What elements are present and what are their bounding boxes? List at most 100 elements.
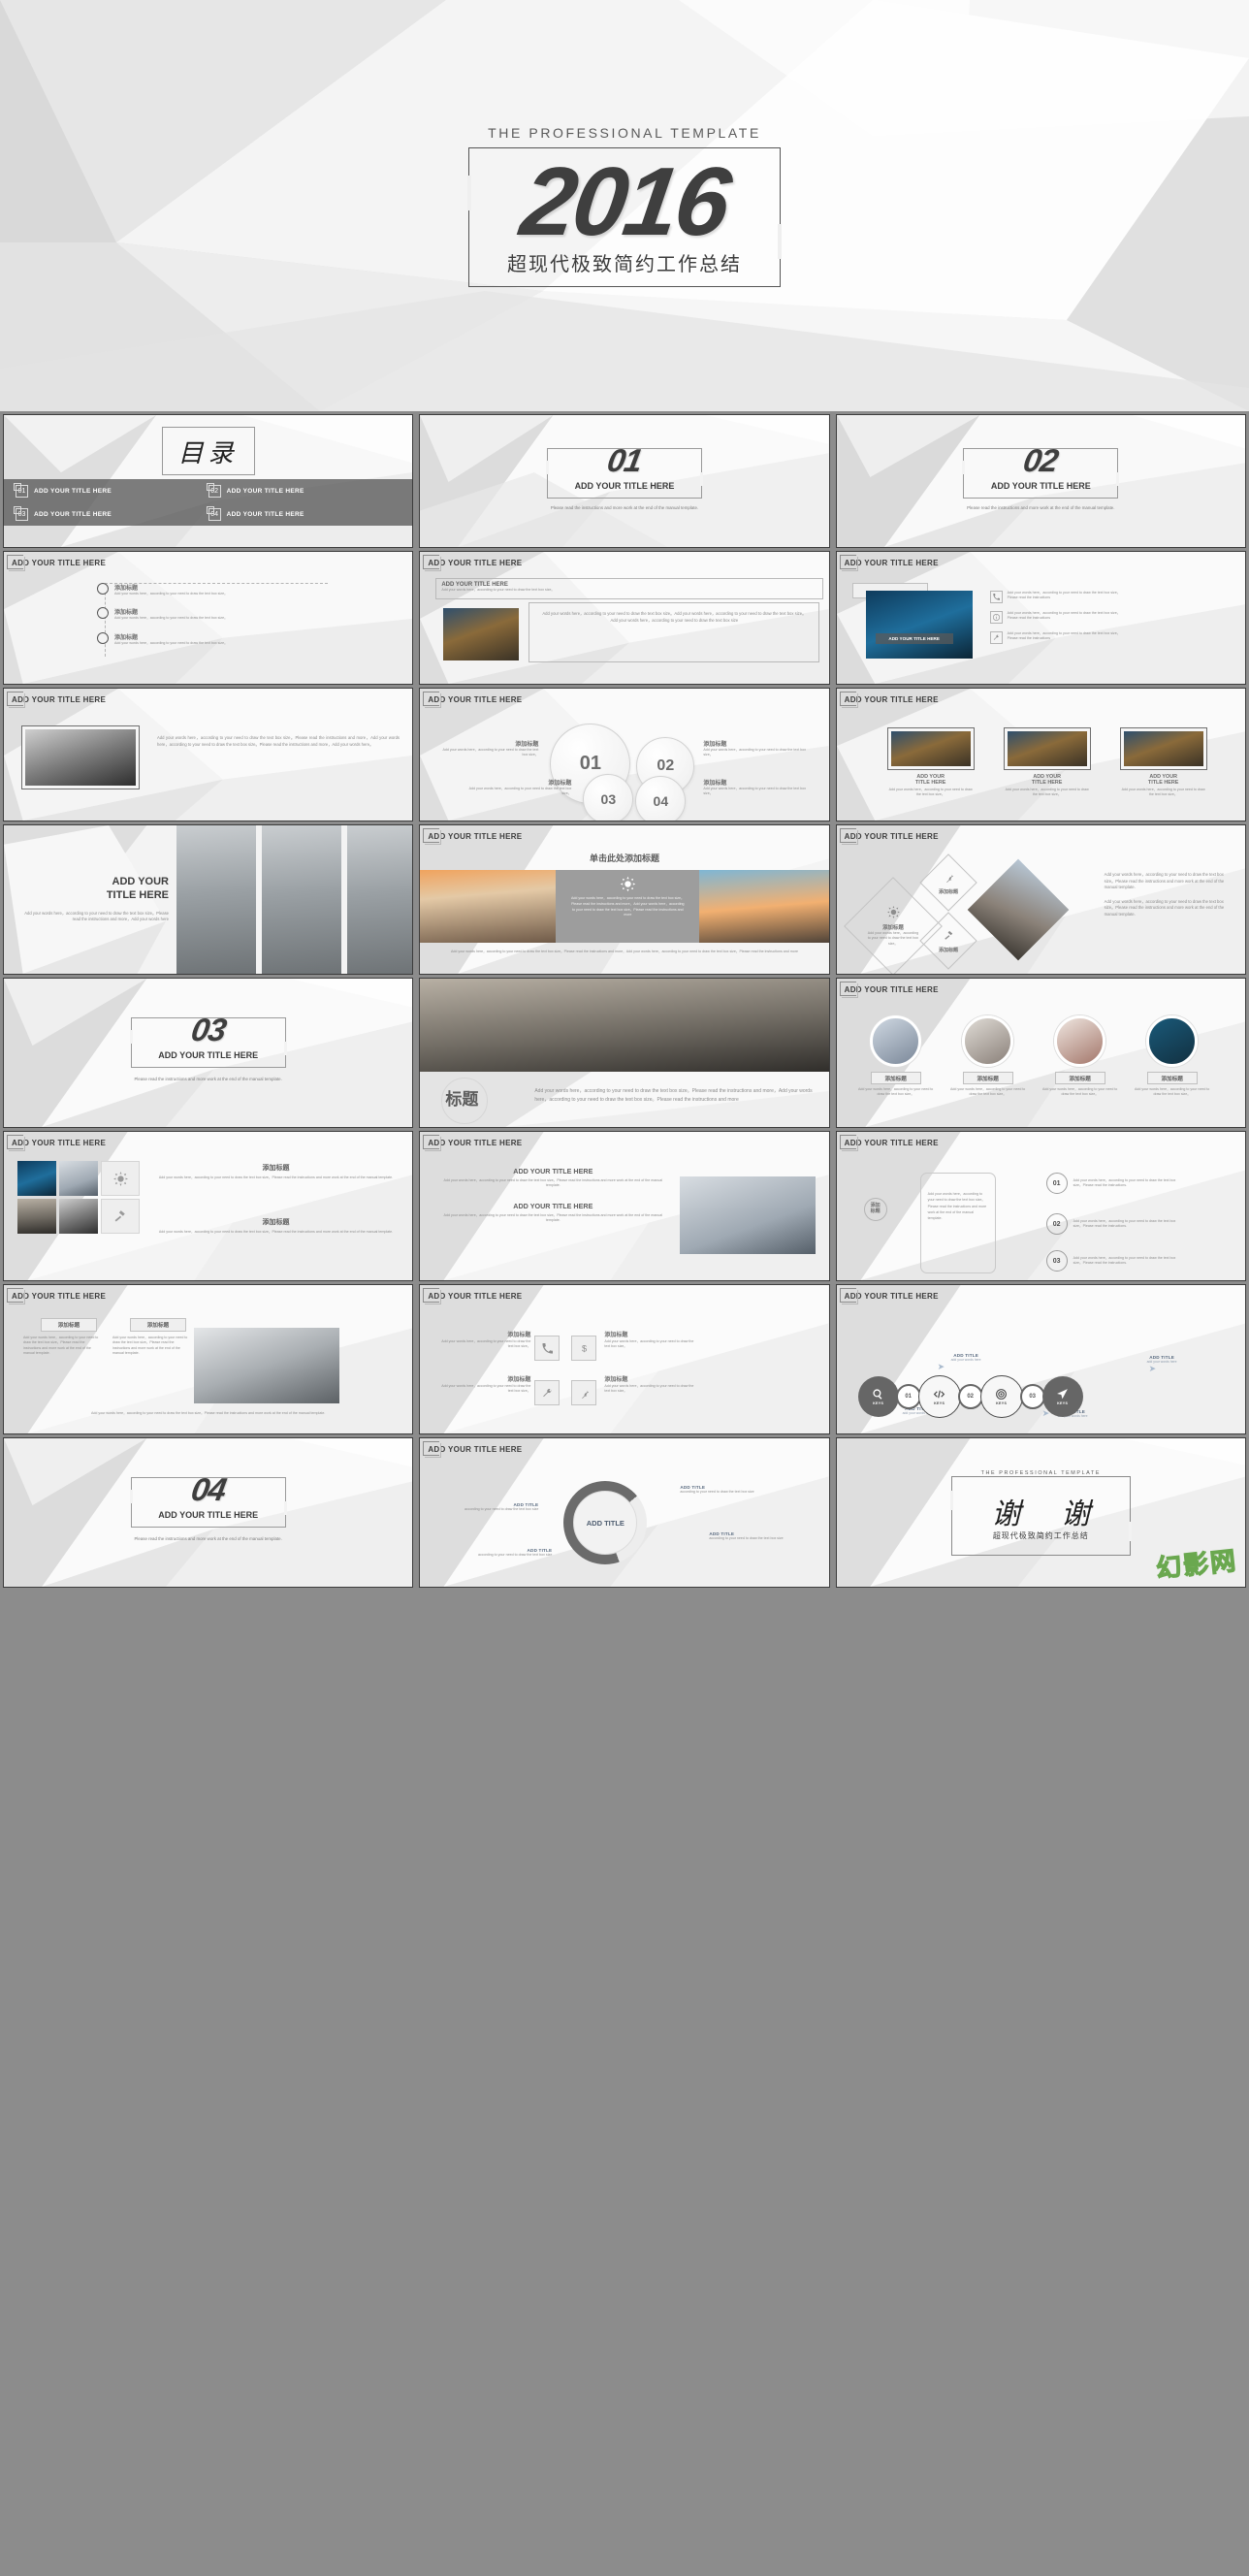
numlist-row[interactable]: 01 Add your words here，according to your… — [1045, 1173, 1182, 1194]
toc-item-01[interactable]: 01 ADD YOUR TITLE HERE — [14, 480, 208, 501]
slide-divider-01[interactable]: 01 ADD YOUR TITLE HERE Please read the i… — [419, 414, 830, 548]
slide-cell-divider-01[interactable]: 01 ADD YOUR TITLE HERE Please read the i… — [416, 411, 833, 548]
slide-divider-02[interactable]: 02 ADD YOUR TITLE HERE Please read the i… — [835, 414, 1246, 548]
slide-cell-thanks[interactable]: THE PROFESSIONAL TEMPLATE 谢 谢 超现代极致简约工作总… — [832, 1434, 1249, 1592]
pin-icon[interactable] — [571, 1380, 597, 1405]
slide-meeting[interactable]: 标题 Add your words here，according to your… — [419, 978, 830, 1128]
slide-cell-numlist[interactable]: ADD YOUR TITLE HERE 添加 标题 Add your words… — [832, 1128, 1249, 1281]
body-text: Add your words here，according to your ne… — [24, 910, 169, 922]
team-member[interactable]: 添加标题 Add your words here，according to yo… — [1042, 1015, 1118, 1098]
divider-title: ADD YOUR TITLE HERE — [158, 1050, 259, 1060]
slide-chess[interactable]: ADD YOUR TITLE HERE Add your words here，… — [3, 688, 414, 821]
slide-team[interactable]: ADD YOUR TITLE HERE 添加标题 Add your words … — [835, 978, 1246, 1128]
divider-number: 01 — [604, 442, 645, 478]
slide-office[interactable]: ADD YOUR TITLE HERE ADD YOUR TITLE HERE … — [419, 1131, 830, 1281]
slide-cell-circles[interactable]: ADD YOUR TITLE HERE 01 02 03 04 添加标题 Add… — [416, 685, 833, 821]
slide-icon-grid[interactable]: ADD YOUR TITLE HERE Add your words here，… — [419, 1284, 830, 1434]
toc-item-04[interactable]: 04 ADD YOUR TITLE HERE — [206, 503, 401, 525]
timeline-row[interactable]: 添加标题 Add your words here，according to yo… — [97, 631, 328, 646]
slide-city[interactable]: ADD YOUR TITLE HERE Add your words here，… — [3, 824, 414, 975]
slide-cell-keys[interactable]: ADD YOUR TITLE HERE ADD TITLE add your w… — [832, 1281, 1249, 1434]
slide-title: ADD YOUR TITLE HERE — [7, 692, 106, 708]
slide-numlist[interactable]: ADD YOUR TITLE HERE 添加 标题 Add your words… — [835, 1131, 1246, 1281]
slide-contact[interactable]: ADD YOUR TITLE HERE ADD YOUR TITLE HERE … — [835, 551, 1246, 685]
slide-cell-divider-03[interactable]: 03 ADD YOUR TITLE HERE Please read the i… — [0, 975, 417, 1128]
slide-cell-icon-grid[interactable]: ADD YOUR TITLE HERE Add your words here，… — [416, 1281, 833, 1434]
slide-sunset[interactable]: ADD YOUR TITLE HERE 单击此处添加标题 Add your wo… — [419, 824, 830, 975]
keys-node-send[interactable]: KEYS — [1041, 1376, 1083, 1417]
slide-timeline[interactable]: ADD YOUR TITLE HERE 添加标题 Add your words … — [3, 551, 414, 685]
tab-2[interactable]: 添加标题 — [130, 1318, 186, 1332]
bracket-icon — [841, 1290, 858, 1304]
slide-thanks[interactable]: THE PROFESSIONAL TEMPLATE 谢 谢 超现代极致简约工作总… — [835, 1437, 1246, 1588]
slide-title: ADD YOUR TITLE HERE — [839, 1135, 939, 1151]
circle-badge-03[interactable]: 03 — [583, 774, 634, 821]
team-member[interactable]: 添加标题 Add your words here，according to yo… — [1135, 1015, 1210, 1098]
diamond-pin[interactable]: 添加标题 — [918, 853, 977, 912]
numlist-row[interactable]: 03 Add your words here，according to your… — [1045, 1250, 1182, 1272]
divider-note: Please read the instructions and more wo… — [967, 505, 1115, 510]
tab-1[interactable]: 添加标题 — [41, 1318, 97, 1332]
slide-cell-meeting[interactable]: 标题 Add your words here，according to your… — [416, 975, 833, 1128]
dollar-icon[interactable]: $ — [571, 1336, 597, 1361]
slide-cell-divider-02[interactable]: 02 ADD YOUR TITLE HERE Please read the i… — [832, 411, 1249, 548]
slide-cell-diamonds[interactable]: ADD YOUR TITLE HERE 添加标题 添加标题 Add your w… — [832, 821, 1249, 975]
timeline-row[interactable]: 添加标题 Add your words here，according to yo… — [97, 583, 328, 596]
diamond-sun[interactable]: 添加标题 Add your words here，according to yo… — [843, 877, 943, 974]
keys-node-target[interactable]: KEYS — [979, 1375, 1023, 1418]
slide-divider-04[interactable]: 04 ADD YOUR TITLE HERE Please read the i… — [3, 1437, 414, 1588]
slide-title: ADD YOUR TITLE HERE — [839, 982, 939, 998]
team-member[interactable]: 添加标题 Add your words here，according to yo… — [950, 1015, 1026, 1098]
slide-three-pics[interactable]: ADD YOUR TITLE HERE ADD YOUR TITLE HERE … — [835, 688, 1246, 821]
slide-cell-mosaic[interactable]: ADD YOUR TITLE HERE 添加标题 Add your words … — [0, 1128, 417, 1281]
bracket-icon — [425, 830, 442, 845]
slide-keys[interactable]: ADD YOUR TITLE HERE ADD TITLE add your w… — [835, 1284, 1246, 1434]
slide-cell-chess[interactable]: ADD YOUR TITLE HERE Add your words here，… — [0, 685, 417, 821]
team-member[interactable]: 添加标题 Add your words here，according to yo… — [858, 1015, 934, 1098]
pic-item[interactable]: ADD YOUR TITLE HERE Add your words here，… — [1003, 727, 1091, 798]
contact-row[interactable]: Add your words here，according to your ne… — [989, 611, 1124, 624]
slide-cell-toc[interactable]: 目录 01 ADD YOUR TITLE HERE 02 ADD YOUR TI… — [0, 411, 417, 548]
mosaic-icon-tile — [101, 1161, 140, 1196]
pic-item[interactable]: ADD YOUR TITLE HERE Add your words here，… — [1119, 727, 1207, 798]
slide-cell-donut[interactable]: ADD YOUR TITLE HERE ADD TITLE ADD TITLE … — [416, 1434, 833, 1592]
toc-item-03[interactable]: 03 ADD YOUR TITLE HERE — [14, 503, 208, 525]
pic-item[interactable]: ADD YOUR TITLE HERE Add your words here，… — [886, 727, 975, 798]
wrench-icon[interactable] — [534, 1380, 560, 1405]
phone-icon — [989, 591, 1003, 603]
slide-donut[interactable]: ADD YOUR TITLE HERE ADD TITLE ADD TITLE … — [419, 1437, 830, 1588]
slide-cell-office[interactable]: ADD YOUR TITLE HERE ADD YOUR TITLE HERE … — [416, 1128, 833, 1281]
timeline-row[interactable]: 添加标题 Add your words here，according to yo… — [97, 607, 328, 621]
slide-diamonds[interactable]: ADD YOUR TITLE HERE 添加标题 添加标题 Add your w… — [835, 824, 1246, 975]
icon-text-3: Add your words here，according to your ne… — [441, 1384, 531, 1394]
slide-cell-three-pics[interactable]: ADD YOUR TITLE HERE ADD YOUR TITLE HERE … — [832, 685, 1249, 821]
icon-label-2: 添加标题 — [604, 1333, 628, 1338]
slide-cell-timeline[interactable]: ADD YOUR TITLE HERE 添加标题 Add your words … — [0, 548, 417, 685]
contact-row[interactable]: Add your words here，according to your ne… — [989, 631, 1124, 644]
phone-icon[interactable] — [534, 1336, 560, 1361]
numlist-row[interactable]: 02 Add your words here，according to your… — [1045, 1213, 1182, 1235]
slide-cell-photo-text[interactable]: ADD YOUR TITLE HERE ADD YOUR TITLE HERE … — [416, 548, 833, 685]
slide-circles[interactable]: ADD YOUR TITLE HERE 01 02 03 04 添加标题 Add… — [419, 688, 830, 821]
slide-cell-divider-04[interactable]: 04 ADD YOUR TITLE HERE Please read the i… — [0, 1434, 417, 1592]
slide-cell-contact[interactable]: ADD YOUR TITLE HERE ADD YOUR TITLE HERE … — [832, 548, 1249, 685]
slide-cell-team[interactable]: ADD YOUR TITLE HERE 添加标题 Add your words … — [832, 975, 1249, 1128]
keys-node-code[interactable]: KEYS — [917, 1375, 961, 1418]
slide-keyboard[interactable]: ADD YOUR TITLE HERE 添加标题 添加标题 Add your w… — [3, 1284, 414, 1434]
slide-divider-03[interactable]: 03 ADD YOUR TITLE HERE Please read the i… — [3, 978, 414, 1128]
slide-cell-sunset[interactable]: ADD YOUR TITLE HERE 单击此处添加标题 Add your wo… — [416, 821, 833, 975]
slide-mosaic[interactable]: ADD YOUR TITLE HERE 添加标题 Add your words … — [3, 1131, 414, 1281]
mosaic-tile — [17, 1161, 56, 1196]
hero-year: 2016 — [514, 147, 735, 256]
circle-badge-04[interactable]: 04 — [635, 776, 687, 821]
slide-cell-city[interactable]: ADD YOUR TITLE HERE Add your words here，… — [0, 821, 417, 975]
keys-node-search[interactable]: KEYS — [857, 1376, 899, 1417]
divider-note: Please read the instructions and more wo… — [550, 505, 699, 510]
slide-photo-text[interactable]: ADD YOUR TITLE HERE ADD YOUR TITLE HERE … — [419, 551, 830, 685]
contact-row[interactable]: Add your words here，according to your ne… — [989, 591, 1124, 603]
bracket-icon — [841, 830, 858, 845]
toc-item-02[interactable]: 02 ADD YOUR TITLE HERE — [206, 480, 401, 501]
slide-toc[interactable]: 目录 01 ADD YOUR TITLE HERE 02 ADD YOUR TI… — [3, 414, 414, 548]
pic-label: ADD YOUR TITLE HERE — [1147, 774, 1179, 786]
slide-cell-keyboard[interactable]: ADD YOUR TITLE HERE 添加标题 添加标题 Add your w… — [0, 1281, 417, 1434]
